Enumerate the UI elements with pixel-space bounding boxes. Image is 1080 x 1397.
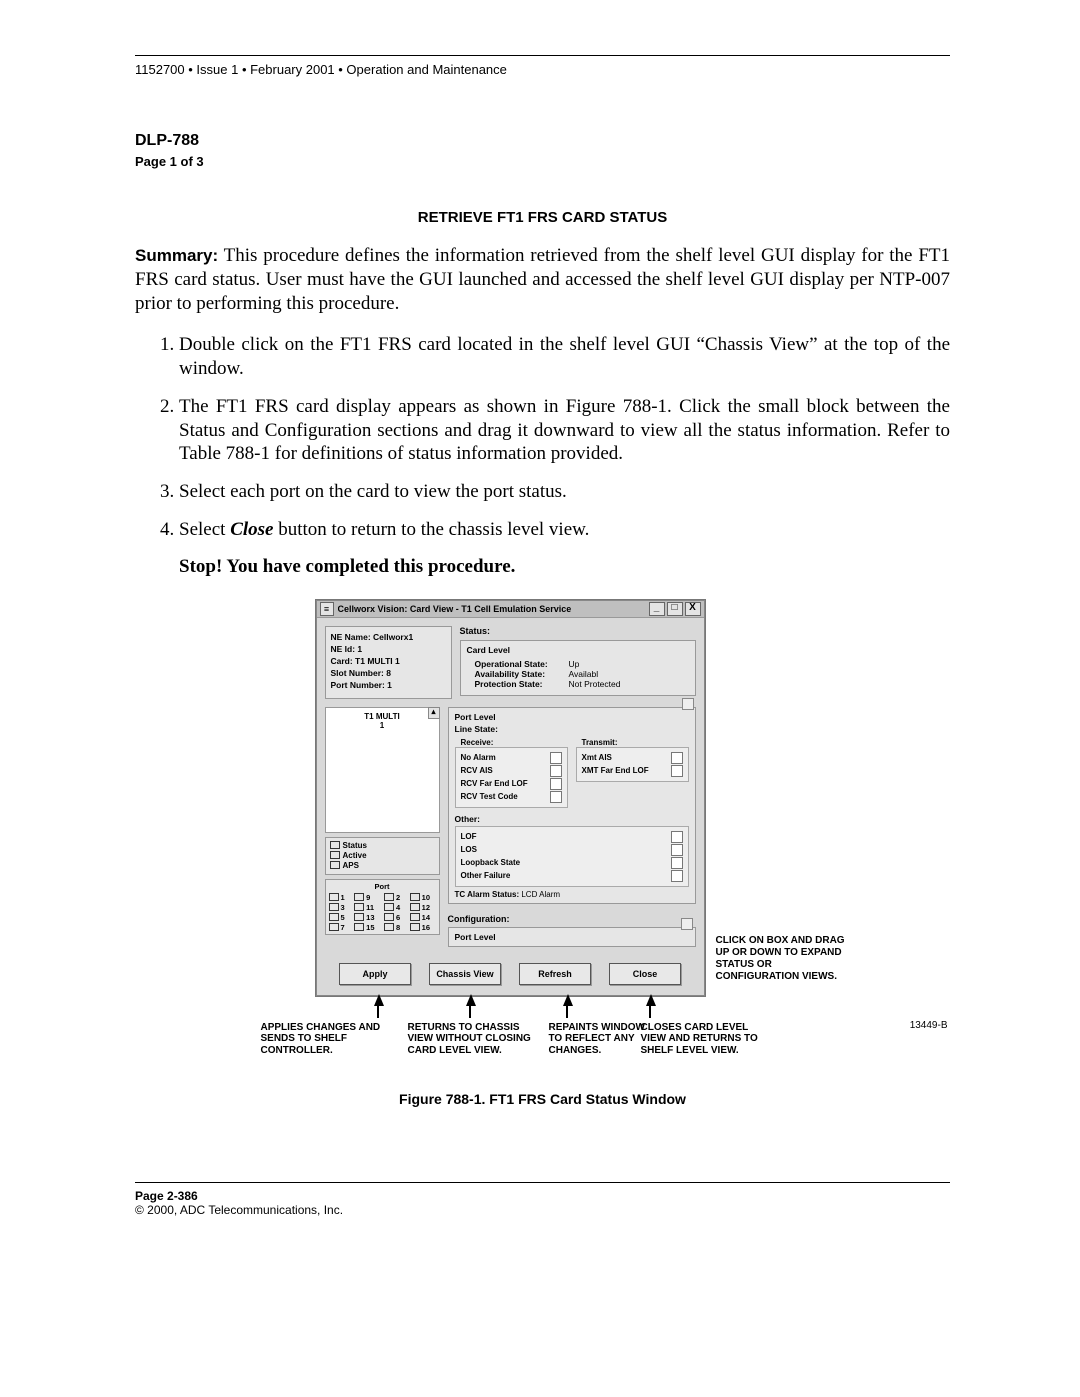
port-item[interactable]: 4 (384, 903, 406, 912)
port-item[interactable]: 14 (410, 913, 436, 922)
checkbox-icon (550, 791, 562, 803)
checkbox-icon (671, 752, 683, 764)
summary-text: This procedure defines the information r… (135, 245, 950, 314)
status-label: Status: (460, 626, 696, 636)
aps-icon (330, 861, 340, 869)
page-of: Page 1 of 3 (135, 154, 950, 169)
summary-label: Summary: (135, 246, 218, 265)
refresh-button[interactable]: Refresh (519, 963, 591, 985)
port-item[interactable]: 3 (329, 903, 351, 912)
callout-close: CLOSES CARD LEVEL VIEW AND RETURNS TO SH… (641, 1022, 771, 1057)
system-menu-icon[interactable]: ≡ (320, 602, 334, 616)
checkbox-icon (671, 831, 683, 843)
port-level-panel: Port Level Line State: Receive: No Alarm… (448, 707, 696, 904)
minimize-button[interactable]: _ (649, 602, 665, 616)
checkbox-icon (671, 844, 683, 856)
port-item[interactable]: 12 (410, 903, 436, 912)
card-tree[interactable]: T1 MULTI 1 ▴ (325, 707, 440, 833)
summary-paragraph: Summary: This procedure defines the info… (135, 244, 950, 315)
page-footer: Page 2-386 © 2000, ADC Telecommunication… (135, 1182, 950, 1217)
checkbox-icon (671, 870, 683, 882)
titlebar: ≡ Cellworx Vision: Card View - T1 Cell E… (317, 601, 704, 618)
chassis-view-button[interactable]: Chassis View (429, 963, 501, 985)
status-row: RCV Far End LOF (461, 778, 562, 790)
receive-box: No AlarmRCV AISRCV Far End LOFRCV Test C… (455, 747, 568, 808)
config-drag-handle[interactable] (681, 918, 693, 930)
checkbox-icon (550, 778, 562, 790)
status-row: LOF (461, 831, 683, 843)
status-row: LOS (461, 844, 683, 856)
app-window: ≡ Cellworx Vision: Card View - T1 Cell E… (316, 600, 705, 996)
port-selector: Port 19210311412513614715816 (325, 879, 440, 935)
checkbox-icon (671, 765, 683, 777)
figure-788-1: ≡ Cellworx Vision: Card View - T1 Cell E… (238, 600, 848, 1066)
status-row: Loopback State (461, 857, 683, 869)
port-item[interactable]: 15 (354, 923, 380, 932)
port-item[interactable]: 10 (410, 893, 436, 902)
scroll-up-icon[interactable]: ▴ (428, 707, 440, 719)
port-item[interactable]: 8 (384, 923, 406, 932)
status-icon (330, 841, 340, 849)
step-2: The FT1 FRS card display appears as show… (179, 395, 950, 466)
status-row: XMT Far End LOF (582, 765, 683, 777)
close-window-button[interactable]: X (685, 602, 701, 616)
active-icon (330, 851, 340, 859)
checkbox-icon (550, 752, 562, 764)
port-item[interactable]: 5 (329, 913, 351, 922)
status-row: Xmt AIS (582, 752, 683, 764)
config-label: Configuration: (448, 914, 696, 924)
callout-chassis: RETURNS TO CHASSIS VIEW WITHOUT CLOSING … (408, 1022, 548, 1057)
maximize-button[interactable]: □ (667, 602, 683, 616)
window-title: Cellworx Vision: Card View - T1 Cell Emu… (338, 604, 645, 614)
steps-list: Double click on the FT1 FRS card located… (135, 333, 950, 541)
status-drag-handle[interactable] (682, 698, 694, 710)
stop-line: Stop! You have completed this procedure. (179, 556, 950, 578)
checkbox-icon (671, 857, 683, 869)
ne-info-box: NE Name: Cellworx1 NE Id: 1 Card: T1 MUL… (325, 626, 452, 699)
other-box: LOFLOSLoopback StateOther Failure (455, 826, 689, 887)
status-row: Other Failure (461, 870, 683, 882)
doc-header: 1152700 • Issue 1 • February 2001 • Oper… (135, 62, 950, 77)
figure-caption: Figure 788-1. FT1 FRS Card Status Window (399, 1091, 686, 1107)
port-item[interactable]: 2 (384, 893, 406, 902)
port-item[interactable]: 7 (329, 923, 351, 932)
config-panel: Port Level (448, 927, 696, 947)
status-row: No Alarm (461, 752, 562, 764)
dlp-code: DLP-788 (135, 132, 950, 150)
transmit-box: Xmt AISXMT Far End LOF (576, 747, 689, 782)
callouts-row: APPLIES CHANGES AND SENDS TO SHELF CONTR… (316, 996, 703, 1066)
port-item[interactable]: 13 (354, 913, 380, 922)
callout-apply: APPLIES CHANGES AND SENDS TO SHELF CONTR… (261, 1022, 391, 1057)
port-item[interactable]: 1 (329, 893, 351, 902)
step-4: Select Close button to return to the cha… (179, 518, 950, 542)
step-1: Double click on the FT1 FRS card located… (179, 333, 950, 381)
legend-box: Status Active APS (325, 837, 440, 875)
port-item[interactable]: 6 (384, 913, 406, 922)
port-item[interactable]: 16 (410, 923, 436, 932)
procedure-title: RETRIEVE FT1 FRS CARD STATUS (135, 209, 950, 226)
card-level-panel: Card Level Operational State:Up Availabi… (460, 640, 696, 696)
step-3: Select each port on the card to view the… (179, 480, 950, 504)
side-callout: CLICK ON BOX AND DRAG UP OR DOWN TO EXPA… (716, 935, 851, 983)
drawing-id: 13449-B (910, 1020, 948, 1031)
apply-button[interactable]: Apply (339, 963, 411, 985)
status-row: RCV Test Code (461, 791, 562, 803)
port-item[interactable]: 9 (354, 893, 380, 902)
close-button[interactable]: Close (609, 963, 681, 985)
status-row: RCV AIS (461, 765, 562, 777)
port-item[interactable]: 11 (354, 903, 380, 912)
checkbox-icon (550, 765, 562, 777)
